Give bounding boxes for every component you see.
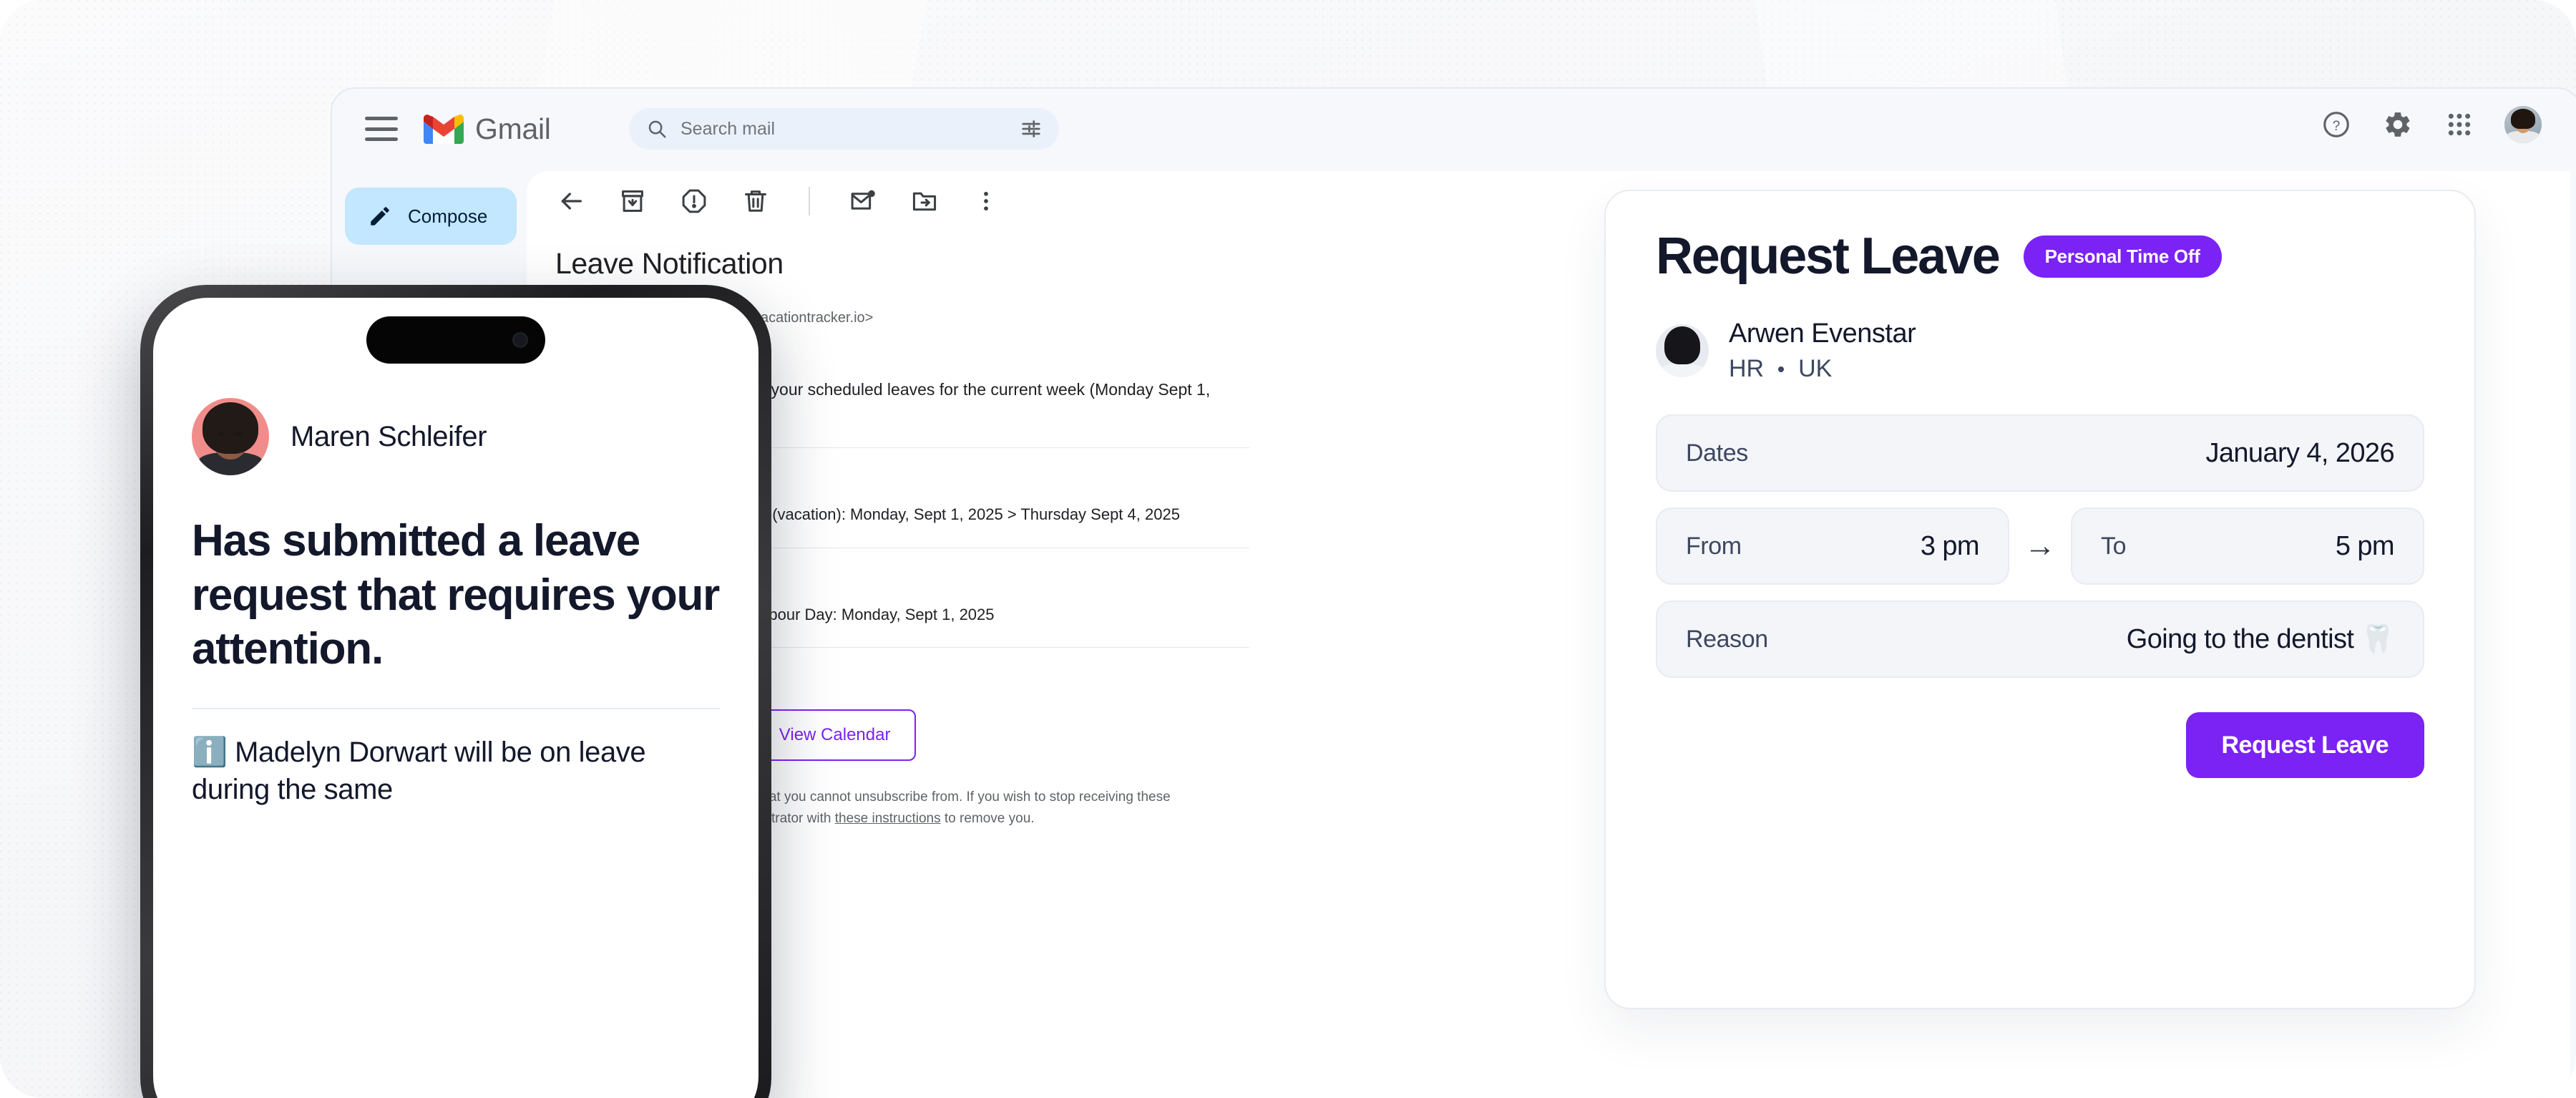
dates-label: Dates bbox=[1686, 439, 1748, 467]
report-spam-icon[interactable] bbox=[675, 183, 713, 220]
reason-value: Going to the dentist 🦷 bbox=[2126, 624, 2395, 654]
phone-user-name: Maren Schleifer bbox=[291, 420, 487, 452]
gmail-m-logo-icon bbox=[424, 115, 464, 144]
more-options-icon[interactable] bbox=[967, 183, 1005, 220]
email-subject: Leave Notification bbox=[555, 247, 784, 280]
help-icon[interactable]: ? bbox=[2320, 108, 2353, 141]
to-value: 5 pm bbox=[2335, 530, 2395, 561]
avatar bbox=[192, 398, 269, 475]
requester-row: Arwen Evenstar HR UK bbox=[1656, 319, 2424, 383]
arrow-right-icon: → bbox=[2024, 528, 2056, 563]
dates-field[interactable]: Dates January 4, 2026 bbox=[1656, 414, 2424, 492]
gmail-wordmark: Gmail bbox=[475, 112, 551, 145]
phone-screen: Maren Schleifer Has submitted a leave re… bbox=[153, 298, 758, 1098]
to-label: To bbox=[2101, 532, 2127, 560]
submit-row: Request Leave bbox=[1656, 712, 2424, 778]
requester-name: Arwen Evenstar bbox=[1729, 319, 1916, 349]
move-to-folder-icon[interactable] bbox=[906, 183, 943, 220]
back-icon[interactable] bbox=[552, 183, 590, 220]
reason-field[interactable]: Reason Going to the dentist 🦷 bbox=[1656, 601, 2424, 678]
gmail-header-actions: ? bbox=[2320, 106, 2542, 143]
request-leave-button[interactable]: Request Leave bbox=[2185, 712, 2424, 778]
delete-trash-icon[interactable] bbox=[737, 183, 774, 220]
avatar bbox=[1656, 324, 1709, 377]
requester-info: Arwen Evenstar HR UK bbox=[1729, 319, 1916, 383]
phone-user-row: Maren Schleifer bbox=[192, 398, 720, 475]
status-badge: Personal Time Off bbox=[2023, 235, 2222, 278]
from-time-field[interactable]: From 3 pm bbox=[1656, 507, 2009, 585]
request-leave-card: Request Leave Personal Time Off Arwen Ev… bbox=[1604, 190, 2476, 1009]
compose-button[interactable]: Compose bbox=[345, 188, 517, 245]
archive-icon[interactable] bbox=[614, 183, 651, 220]
time-range-row: From 3 pm → To 5 pm bbox=[1656, 507, 2424, 585]
svg-text:?: ? bbox=[2333, 119, 2341, 134]
page-title: Request Leave bbox=[1656, 228, 2001, 285]
tune-filter-icon[interactable] bbox=[1020, 118, 1042, 140]
to-time-field[interactable]: To 5 pm bbox=[2071, 507, 2424, 585]
phone-mockup: Maren Schleifer Has submitted a leave re… bbox=[140, 285, 771, 1098]
user-account-avatar[interactable] bbox=[2504, 106, 2542, 143]
dynamic-island bbox=[366, 316, 545, 364]
phone-subtext: ℹ️ Madelyn Dorwart will be on leave duri… bbox=[192, 736, 646, 805]
email-footer-instructions-link[interactable]: these instructions bbox=[835, 811, 941, 826]
gmail-top-bar: Gmail Search mail ? bbox=[332, 89, 2576, 169]
requester-department: HR bbox=[1729, 355, 1765, 382]
from-label: From bbox=[1686, 532, 1742, 560]
request-leave-header: Request Leave Personal Time Off bbox=[1656, 227, 2424, 286]
search-icon bbox=[648, 120, 666, 138]
toolbar-divider bbox=[809, 187, 810, 215]
phone-divider bbox=[192, 707, 720, 709]
phone-headline: Has submitted a leave request that requi… bbox=[192, 516, 720, 674]
settings-gear-icon[interactable] bbox=[2381, 108, 2414, 141]
from-value: 3 pm bbox=[1920, 530, 1980, 561]
phone-notification-content: Maren Schleifer Has submitted a leave re… bbox=[153, 298, 758, 808]
compose-button-label: Compose bbox=[408, 205, 488, 227]
hamburger-icon[interactable] bbox=[365, 117, 398, 141]
separator-dot-icon bbox=[1778, 366, 1785, 372]
search-input-placeholder[interactable]: Search mail bbox=[680, 119, 1008, 140]
gmail-logo-group: Gmail bbox=[424, 112, 551, 146]
dates-value: January 4, 2026 bbox=[2205, 437, 2394, 468]
screenshot-root: Gmail Search mail ? Compose Leave Notifi… bbox=[0, 0, 2576, 1098]
apps-grid-icon[interactable] bbox=[2443, 108, 2476, 141]
mark-unread-icon[interactable] bbox=[844, 183, 882, 220]
front-camera-icon bbox=[512, 332, 528, 348]
email-footer-part2: to remove you. bbox=[940, 810, 1035, 826]
reason-label: Reason bbox=[1686, 625, 1768, 653]
search-mail-bar[interactable]: Search mail bbox=[629, 108, 1059, 150]
requester-location: UK bbox=[1798, 355, 1833, 382]
requester-meta: HR UK bbox=[1729, 355, 1916, 383]
pencil-icon bbox=[371, 207, 389, 225]
view-calendar-button[interactable]: View Calendar bbox=[753, 709, 917, 762]
